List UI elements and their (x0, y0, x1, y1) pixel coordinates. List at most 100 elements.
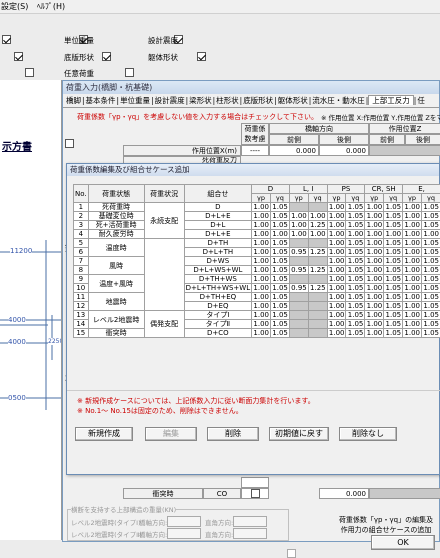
coef-cell[interactable]: 1.05 (384, 248, 403, 257)
coef-cell[interactable]: 1.00 (270, 230, 289, 239)
coef-cell[interactable]: 1.05 (346, 311, 365, 320)
coef-cell[interactable]: 1.05 (384, 302, 403, 311)
coef-cell[interactable]: 1.00 (327, 257, 346, 266)
coef-cell[interactable]: 1.00 (289, 212, 308, 221)
coef-cell[interactable]: 1.00 (252, 311, 271, 320)
coef-cell[interactable]: 1.05 (421, 275, 440, 284)
coef-cell[interactable]: 1.05 (384, 257, 403, 266)
coef-cell[interactable]: 1.05 (384, 221, 403, 230)
coef-cell[interactable]: 1.05 (384, 311, 403, 320)
coef-cell[interactable]: 1.05 (346, 221, 365, 230)
reset-defaults-button[interactable]: 初期値に戻す (269, 427, 329, 441)
coef-cell[interactable]: 1.05 (346, 320, 365, 329)
weight-lv1-bridge[interactable] (167, 516, 201, 527)
coef-cell[interactable]: 1.05 (346, 257, 365, 266)
coef-cell[interactable]: 1.05 (270, 266, 289, 275)
coef-cell[interactable] (308, 320, 327, 329)
no-delete-button[interactable]: 削除なし (339, 427, 397, 441)
coef-cell[interactable] (308, 239, 327, 248)
edit-button[interactable]: 編集 (145, 427, 197, 441)
coef-cell[interactable]: 1.05 (270, 203, 289, 212)
coef-cell[interactable]: 1.00 (403, 320, 422, 329)
coef-cell[interactable]: 1.00 (365, 230, 384, 239)
coef-cell[interactable] (289, 320, 308, 329)
coef-cell[interactable]: 1.00 (308, 212, 327, 221)
coef-cell[interactable] (308, 302, 327, 311)
collision-check-cell[interactable] (241, 488, 269, 499)
menu-help[interactable]: ﾍﾙﾌﾟ(H) (37, 2, 65, 11)
coef-cell[interactable]: 1.05 (346, 239, 365, 248)
coef-cell[interactable]: 1.00 (252, 203, 271, 212)
coef-cell[interactable]: 1.25 (308, 221, 327, 230)
coef-cell[interactable]: 1.05 (384, 284, 403, 293)
coef-cell[interactable] (289, 203, 308, 212)
tab-body[interactable]: 躯体形状 (277, 96, 309, 105)
coef-cell[interactable] (289, 302, 308, 311)
tab-footing[interactable]: 底版形状 (242, 96, 274, 105)
coef-cell[interactable]: 1.00 (289, 221, 308, 230)
coef-cell[interactable]: 1.05 (346, 302, 365, 311)
coef-cell[interactable] (289, 293, 308, 302)
coef-cell[interactable]: 1.00 (421, 230, 440, 239)
tab-superstructure[interactable]: 上部工反力 (368, 95, 414, 105)
coef-cell[interactable] (308, 203, 327, 212)
coef-row-5[interactable]: 5温度時D+TH1.001.051.001.051.001.051.001.05 (74, 239, 440, 248)
coef-cell[interactable]: 1.05 (421, 221, 440, 230)
tab-column[interactable]: 柱形状 (215, 96, 240, 105)
coef-cell[interactable]: 1.00 (252, 329, 271, 338)
coef-cell[interactable]: 1.05 (346, 203, 365, 212)
coef-cell[interactable]: 1.00 (403, 302, 422, 311)
coef-cell[interactable]: 1.05 (270, 257, 289, 266)
coef-cell[interactable]: 1.00 (346, 230, 365, 239)
coef-cell[interactable]: 1.25 (308, 284, 327, 293)
coef-cell[interactable]: 1.05 (346, 212, 365, 221)
coef-cell[interactable]: 1.00 (365, 302, 384, 311)
coef-cell[interactable]: 1.00 (252, 230, 271, 239)
coef-cell[interactable] (289, 275, 308, 284)
coef-cell[interactable]: 1.00 (365, 221, 384, 230)
coef-cell[interactable] (308, 329, 327, 338)
coef-cell[interactable]: 1.05 (384, 266, 403, 275)
coef-cell[interactable]: 1.00 (403, 203, 422, 212)
coef-cell[interactable]: 1.05 (384, 329, 403, 338)
menu-settings[interactable]: 設定(S) (1, 2, 28, 11)
coef-cell[interactable]: 1.00 (252, 302, 271, 311)
coef-cell[interactable]: 0.95 (289, 284, 308, 293)
coef-cell[interactable] (308, 257, 327, 266)
coef-cell[interactable]: 1.05 (421, 239, 440, 248)
coef-cell[interactable]: 1.05 (384, 239, 403, 248)
coef-cell[interactable]: 1.00 (365, 257, 384, 266)
coef-cell[interactable]: 1.05 (346, 329, 365, 338)
coef-cell[interactable]: 1.00 (327, 248, 346, 257)
check-body-shape[interactable] (197, 52, 206, 61)
coef-cell[interactable]: 1.05 (270, 293, 289, 302)
coef-cell[interactable]: 1.00 (327, 302, 346, 311)
coef-cell[interactable] (289, 329, 308, 338)
tab-unit-weight[interactable]: 単位重量 (119, 96, 151, 105)
coef-cell[interactable]: 1.05 (384, 212, 403, 221)
coef-cell[interactable]: 1.00 (327, 203, 346, 212)
coef-cell[interactable]: 1.05 (421, 284, 440, 293)
side-check-1[interactable] (2, 35, 11, 44)
coef-cell[interactable]: 1.00 (403, 230, 422, 239)
side-check-2[interactable] (14, 52, 23, 61)
coef-cell[interactable] (289, 311, 308, 320)
coef-cell[interactable]: 1.00 (252, 284, 271, 293)
weight-lv2-bridge[interactable] (167, 528, 201, 539)
weight-lv2-perp[interactable] (233, 528, 267, 539)
coef-cell[interactable]: 1.00 (252, 293, 271, 302)
coef-cell[interactable]: 1.00 (327, 275, 346, 284)
coef-cell[interactable] (308, 311, 327, 320)
coef-cell[interactable]: 1.00 (252, 221, 271, 230)
coef-cell[interactable]: 1.05 (421, 302, 440, 311)
coef-cell[interactable]: 1.05 (346, 293, 365, 302)
coef-cell[interactable]: 1.05 (421, 266, 440, 275)
coef-cell[interactable]: 1.00 (403, 293, 422, 302)
tab-basic[interactable]: 基本条件 (85, 96, 117, 105)
collision-value[interactable]: 0.000 (319, 488, 369, 499)
coef-cell[interactable]: 1.05 (384, 275, 403, 284)
coef-cell[interactable]: 1.05 (421, 293, 440, 302)
coef-cell[interactable]: 1.00 (403, 284, 422, 293)
coef-row-11[interactable]: 11地震時D+TH+EQ1.001.051.001.051.001.051.00… (74, 293, 440, 302)
coef-cell[interactable]: 1.00 (327, 266, 346, 275)
